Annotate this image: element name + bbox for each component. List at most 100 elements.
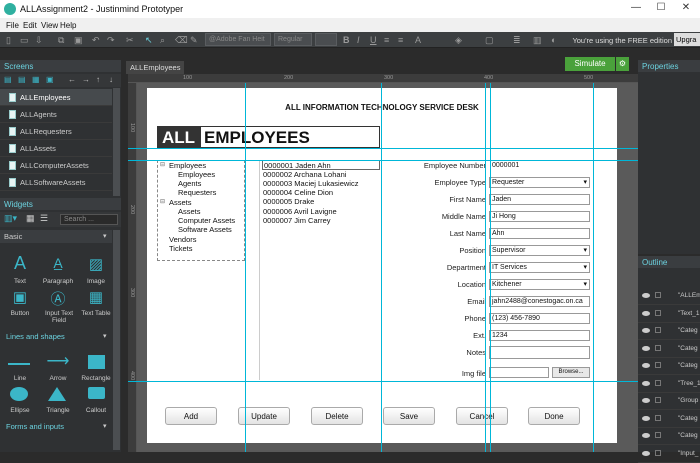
add-button[interactable]: Add [165, 407, 217, 425]
visibility-eye-icon[interactable] [642, 450, 650, 456]
ruler-horizontal[interactable]: 100 200 300 400 500 [128, 74, 638, 83]
ext-input[interactable]: 1234 [489, 330, 590, 341]
cancel-button[interactable]: Cancel [456, 407, 508, 425]
visibility-eye-icon[interactable] [642, 398, 650, 403]
layout-guide-vertical[interactable] [381, 83, 382, 452]
tree-node-employees[interactable]: Employees [169, 161, 206, 170]
last-name-input[interactable]: Ahn [489, 228, 590, 239]
screen-item-allagents[interactable]: ALLAgents [0, 106, 112, 123]
outline-row[interactable]: "Categ [638, 411, 700, 428]
close-button[interactable]: ✕ [674, 2, 698, 16]
ruler-vertical[interactable]: 100 200 300 400 [128, 83, 137, 452]
layout-guide-horizontal[interactable] [128, 381, 638, 382]
basic-category-select[interactable]: Basic [0, 230, 112, 243]
tree-node-vendors[interactable]: Vendors [169, 235, 197, 244]
eraser-icon[interactable]: ⌫ [175, 35, 188, 46]
save-button[interactable]: Save [383, 407, 435, 425]
underline-icon[interactable]: U [370, 35, 377, 45]
add-template-icon[interactable]: ▤ [18, 75, 26, 84]
visibility-eye-icon[interactable] [642, 380, 650, 386]
move-left-icon[interactable]: ← [68, 75, 76, 84]
layout-guide-horizontal[interactable] [128, 160, 638, 161]
open-folder-icon[interactable]: ▭ [20, 35, 29, 46]
visibility-eye-icon[interactable] [642, 345, 650, 351]
visibility-eye-icon[interactable] [642, 433, 650, 438]
visibility-eye-icon[interactable] [642, 415, 650, 421]
employee-type-select[interactable]: Requester [489, 177, 590, 188]
img-file-input[interactable] [489, 367, 549, 378]
lock-checkbox[interactable] [655, 309, 661, 316]
lock-checkbox[interactable] [655, 414, 661, 421]
new-file-icon[interactable]: ▯ [6, 35, 11, 46]
minimize-button[interactable]: — [624, 2, 648, 16]
employee-list-item[interactable]: 0000007 Jim Carrey [263, 216, 331, 225]
tree-node-tickets[interactable]: Tickets [169, 244, 192, 253]
lock-checkbox[interactable] [655, 379, 661, 386]
visibility-eye-icon[interactable] [642, 363, 650, 368]
layout-guide-vertical[interactable] [593, 83, 594, 452]
visibility-eye-icon[interactable] [642, 310, 650, 316]
location-select[interactable]: Kitchener [489, 279, 590, 290]
done-button[interactable]: Done [528, 407, 580, 425]
bold-icon[interactable]: B [343, 35, 350, 45]
upgrade-button[interactable]: Upgra [674, 33, 700, 46]
outline-row[interactable]: "ALLEm [638, 288, 700, 305]
menu-edit[interactable]: Edit [23, 21, 37, 30]
forms-category-chevron-icon[interactable]: ▾ [103, 422, 107, 430]
italic-icon[interactable]: I [357, 35, 360, 45]
outline-row[interactable]: "Categ [638, 323, 700, 340]
layout-guide-horizontal[interactable] [128, 148, 638, 149]
notes-input[interactable] [489, 346, 590, 359]
fill-color-icon[interactable]: ◈ [455, 35, 462, 46]
lock-checkbox[interactable] [655, 449, 661, 456]
widgets-scrollbar[interactable] [113, 230, 120, 450]
lock-checkbox[interactable] [655, 292, 661, 298]
browse-button[interactable]: Browse... [552, 367, 590, 378]
tree-node-assets-child[interactable]: Assets [178, 207, 201, 216]
undo-icon[interactable]: ↶ [92, 35, 100, 46]
callout-widget-icon[interactable] [88, 387, 105, 399]
layout-guide-vertical[interactable] [245, 83, 246, 452]
border-icon[interactable]: ▢ [485, 35, 494, 46]
lines-shapes-category[interactable]: Lines and shapes [6, 332, 65, 341]
move-right-icon[interactable]: → [82, 75, 90, 84]
text-color-icon[interactable]: A [415, 35, 421, 45]
paragraph-widget-icon[interactable]: A̲ [38, 255, 78, 271]
brush-icon[interactable]: ✎ [190, 35, 198, 46]
basic-category-chevron-icon[interactable]: ▾ [103, 232, 107, 240]
menu-view[interactable]: View [41, 21, 58, 30]
move-up-icon[interactable]: ↑ [96, 75, 100, 84]
lock-checkbox[interactable] [655, 362, 661, 368]
lock-checkbox[interactable] [655, 397, 661, 403]
first-name-input[interactable]: Jaden [489, 194, 590, 205]
arrow-widget-icon[interactable]: ⟶ [38, 351, 78, 371]
email-input[interactable]: jahn2488@conestogac.on.ca [489, 296, 590, 307]
text-table-widget-icon[interactable]: ▦ [76, 288, 116, 306]
export-icon[interactable]: ⇩ [35, 35, 43, 46]
grid-view-icon[interactable]: ▦ [26, 213, 35, 224]
employee-list-item[interactable]: 0000005 Drake [263, 197, 314, 206]
layout-guide-vertical[interactable] [490, 83, 491, 452]
shadow-icon[interactable]: ▥ [533, 35, 542, 46]
line-style-icon[interactable]: ≣ [513, 35, 521, 46]
select-pointer-icon[interactable]: ↖ [145, 35, 153, 46]
font-size-select[interactable] [315, 33, 337, 46]
button-widget-icon[interactable]: ▣ [0, 288, 40, 306]
screen-item-allassets[interactable]: ALLAssets [0, 140, 112, 157]
outline-row[interactable]: "Text_1 [638, 306, 700, 323]
triangle-widget-icon[interactable] [48, 387, 66, 401]
text-widget-icon[interactable]: A [0, 253, 40, 274]
menu-help[interactable]: Help [60, 21, 76, 30]
ellipse-widget-icon[interactable] [10, 387, 28, 401]
image-widget-icon[interactable]: ▨ [76, 255, 116, 273]
cut-icon[interactable]: ✂ [126, 35, 134, 46]
font-style-select[interactable]: Regular [274, 33, 312, 46]
move-down-icon[interactable]: ↓ [109, 75, 113, 84]
screen-item-allrequesters[interactable]: ALLRequesters [0, 123, 112, 140]
align-center-icon[interactable]: ≡ [398, 35, 403, 45]
outline-row[interactable]: "Categ [638, 341, 700, 358]
line-widget-icon[interactable] [8, 363, 30, 365]
zoom-icon[interactable]: ⌕ [160, 35, 165, 46]
screen-item-allcomputerassets[interactable]: ALLComputerAssets [0, 157, 112, 174]
lines-category-chevron-icon[interactable]: ▾ [103, 332, 107, 340]
